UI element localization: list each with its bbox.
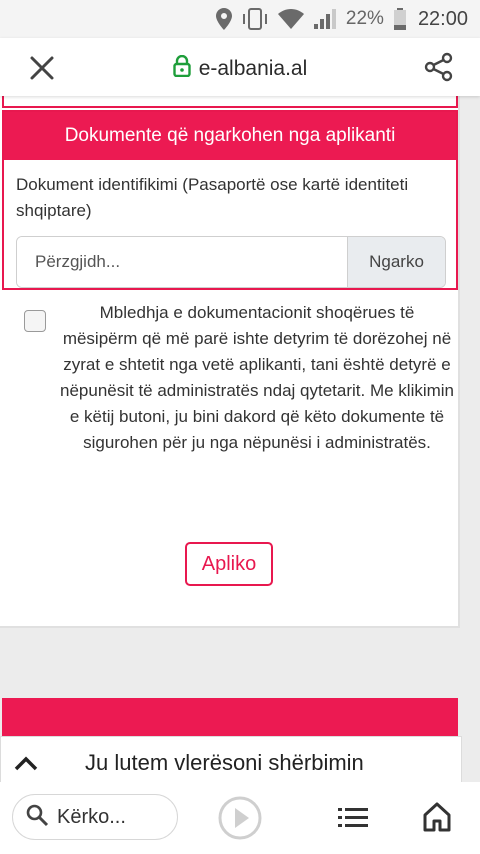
share-icon[interactable] — [424, 52, 454, 82]
browser-toolbar: e-albania.al — [0, 38, 480, 96]
clock: 22:00 — [417, 7, 468, 30]
url-bar[interactable]: e-albania.al — [0, 54, 480, 83]
file-upload-group: Përzgjidh... Ngarko — [16, 236, 446, 288]
list-icon[interactable] — [338, 806, 368, 830]
feedback-bar[interactable]: Ju lutem vlerësoni shërbimin — [0, 736, 462, 782]
file-select-input[interactable]: Përzgjidh... — [17, 237, 347, 287]
chevron-up-icon[interactable] — [13, 753, 39, 773]
play-icon[interactable] — [218, 796, 262, 840]
status-bar: 22% 22:00 — [0, 0, 480, 38]
battery-icon — [393, 8, 406, 30]
apply-button[interactable]: Apliko — [185, 542, 273, 586]
home-icon[interactable] — [423, 802, 451, 832]
signal-icon — [313, 9, 336, 29]
search-label: Kërko... — [57, 805, 126, 828]
feedback-text: Ju lutem vlerësoni shërbimin — [85, 750, 364, 775]
location-icon — [215, 8, 232, 30]
document-label: Dokument identifikimi (Pasaportë ose kar… — [16, 175, 409, 220]
consent-checkbox[interactable] — [24, 310, 46, 332]
search-input[interactable]: Kërko... — [12, 794, 178, 840]
upload-button[interactable]: Ngarko — [347, 237, 445, 287]
lock-icon — [173, 54, 199, 83]
battery-percent: 22% — [345, 8, 384, 29]
consent-text: Mbledhja e dokumentacionit shoqërues të … — [60, 303, 455, 452]
domain-text: e-albania.al — [198, 57, 308, 80]
bottom-navigation: Kërko... — [0, 782, 480, 854]
upload-section-header: Dokumente që ngarkohen nga aplikanti — [4, 112, 456, 160]
wifi-icon — [277, 9, 304, 29]
search-icon — [25, 803, 49, 832]
upload-section: Dokumente që ngarkohen nga aplikanti Dok… — [2, 110, 458, 290]
application-form-card: Vërtetim i lëshimit të aktit konsullor D… — [0, 90, 460, 628]
vibrate-icon — [242, 8, 268, 30]
